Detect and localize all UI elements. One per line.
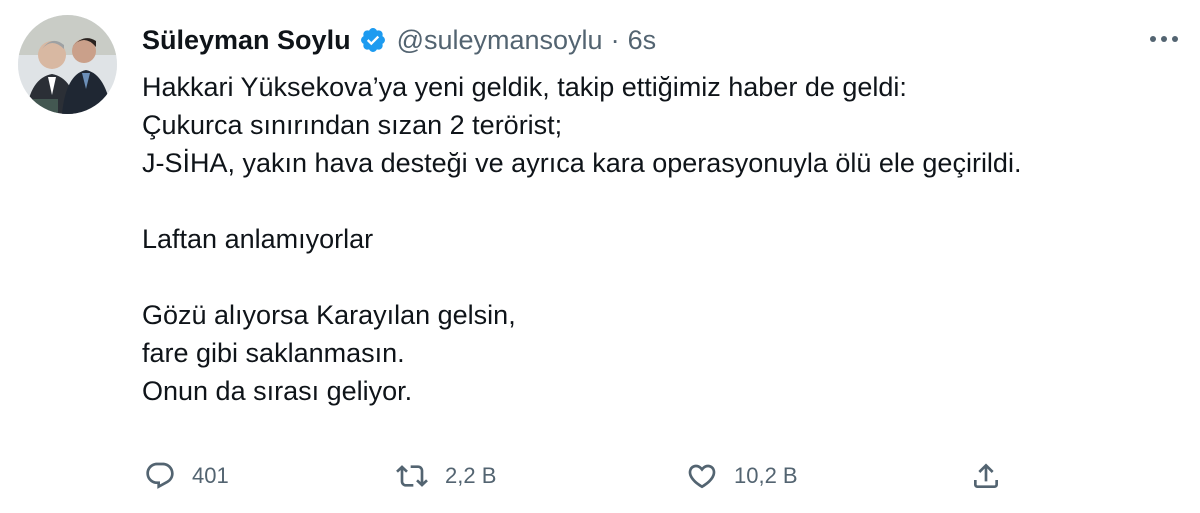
share-icon xyxy=(970,460,1002,492)
tweet-text-line xyxy=(142,182,1182,220)
tweet-text-line: Onun da sırası geliyor. xyxy=(142,376,413,406)
tweet-text-line: Çukurca sınırından sızan 2 terörist; xyxy=(142,110,563,140)
tweet: Süleyman Soylu @suleymansoylu · 6s Hakka… xyxy=(0,0,1200,513)
reply-count: 401 xyxy=(192,463,229,488)
more-horizontal-icon xyxy=(1149,35,1179,43)
author-display-name[interactable]: Süleyman Soylu xyxy=(142,25,351,56)
tweet-text-line xyxy=(142,258,1182,296)
heart-icon xyxy=(686,460,718,492)
header-separator: · xyxy=(610,24,620,55)
more-options-button[interactable] xyxy=(1146,24,1182,54)
retweet-count: 2,2 B xyxy=(445,463,497,488)
reply-icon xyxy=(144,460,176,492)
tweet-text-line: Laftan anlamıyorlar xyxy=(142,224,374,254)
tweet-text-line: Hakkari Yüksekova’ya yeni geldik, takip … xyxy=(142,72,907,102)
retweet-icon xyxy=(395,460,429,492)
tweet-text: Hakkari Yüksekova’ya yeni geldik, takip … xyxy=(142,68,1182,410)
tweet-header: Süleyman Soylu @suleymansoylu · 6s xyxy=(142,18,656,62)
verified-badge-icon xyxy=(359,26,387,54)
reply-button[interactable]: 401 xyxy=(144,454,229,498)
avatar[interactable] xyxy=(18,15,117,114)
tweet-timestamp[interactable]: 6s xyxy=(628,25,657,56)
tweet-text-line: J-SİHA, yakın hava desteği ve ayrıca kar… xyxy=(142,148,1022,178)
tweet-text-line: fare gibi saklanmasın. xyxy=(142,338,405,368)
tweet-text-line: Gözü alıyorsa Karayılan gelsin, xyxy=(142,300,516,330)
like-button[interactable]: 10,2 B xyxy=(686,454,798,498)
author-handle[interactable]: @suleymansoylu xyxy=(397,25,603,56)
like-count: 10,2 B xyxy=(734,463,798,488)
tweet-action-bar: 401 2,2 B 10,2 B xyxy=(142,454,1182,498)
share-button[interactable] xyxy=(970,454,1002,498)
avatar-image xyxy=(18,15,117,114)
retweet-button[interactable]: 2,2 B xyxy=(395,454,496,498)
